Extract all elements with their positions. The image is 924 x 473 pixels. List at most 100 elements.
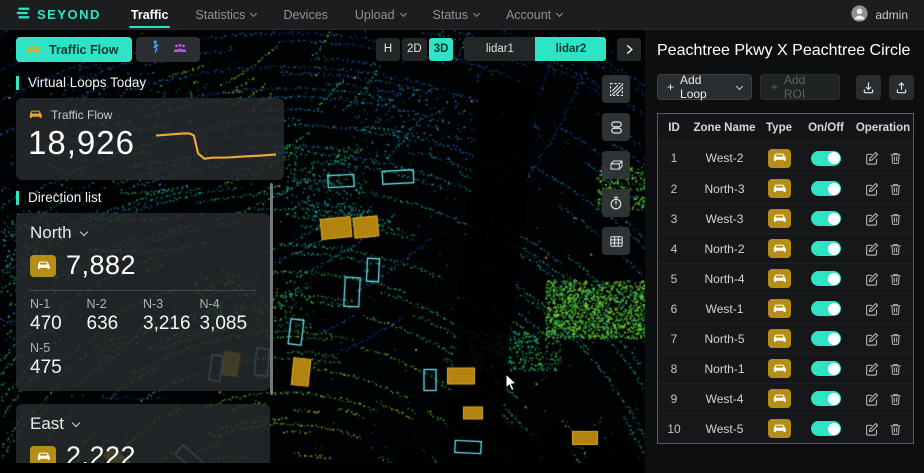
onoff-toggle[interactable] — [811, 211, 841, 226]
view-mode-3d-button[interactable]: 3D — [429, 38, 454, 61]
row-type-cell — [759, 419, 799, 438]
car-icon — [26, 43, 41, 57]
selection-area-icon[interactable] — [602, 75, 630, 103]
nav-item[interactable]: Upload — [355, 0, 406, 30]
user-chip[interactable]: admin — [851, 5, 908, 25]
onoff-toggle[interactable] — [811, 181, 841, 196]
onoff-toggle[interactable] — [811, 331, 841, 346]
delete-icon[interactable] — [889, 392, 902, 406]
row-operation-cell — [853, 332, 913, 346]
edit-icon[interactable] — [865, 332, 879, 346]
chevron-down-icon — [399, 9, 406, 16]
delete-icon[interactable] — [889, 422, 902, 436]
nav-item[interactable]: Traffic — [131, 0, 169, 30]
onoff-toggle[interactable] — [811, 301, 841, 316]
row-operation-cell — [853, 362, 913, 376]
collapse-panel-button[interactable] — [617, 38, 641, 61]
seyond-logo: SEYOND — [16, 7, 101, 22]
download-button[interactable] — [856, 75, 881, 100]
onoff-toggle[interactable] — [811, 361, 841, 376]
edit-icon[interactable] — [865, 212, 879, 226]
row-operation-cell — [853, 242, 913, 256]
plus-icon: + — [667, 80, 674, 94]
row-onoff-cell — [799, 271, 853, 286]
direction-list-scrollbar[interactable] — [270, 183, 273, 395]
chevron-down-icon — [736, 82, 743, 89]
traffic-flow-tab[interactable]: Traffic Flow — [16, 37, 132, 62]
flow-sparkline — [156, 124, 276, 166]
onoff-toggle[interactable] — [811, 151, 841, 166]
row-id: 4 — [658, 242, 690, 256]
car-type-icon — [768, 389, 791, 408]
row-operation-cell — [853, 212, 913, 226]
lidar2-button[interactable]: lidar2 — [535, 37, 606, 61]
view-controls: H 2D 3D lidar1 lidar2 — [376, 37, 641, 61]
lidar1-button[interactable]: lidar1 — [464, 37, 535, 61]
north-collapse-header[interactable]: North — [30, 223, 256, 243]
loop-label: N-3 — [143, 297, 200, 311]
virtual-loops-section-title: Virtual Loops Today — [16, 75, 146, 90]
delete-icon[interactable] — [889, 302, 902, 316]
col-zone-name: Zone Name — [690, 122, 759, 134]
row-operation-cell — [853, 182, 913, 196]
lidar-selector: lidar1 lidar2 — [464, 37, 606, 61]
pedestrian-icon[interactable] — [150, 40, 160, 59]
direction-loop-cell: N-1 470 — [30, 297, 87, 335]
view-mode-h-button[interactable]: H — [376, 38, 400, 61]
table-row: 9 West-4 — [658, 383, 913, 413]
onoff-toggle[interactable] — [811, 271, 841, 286]
onoff-toggle[interactable] — [811, 391, 841, 406]
grid-icon[interactable] — [602, 227, 630, 255]
row-id: 2 — [658, 182, 690, 196]
direction-loop-cell: N-4 3,085 — [200, 297, 257, 335]
crowd-icon[interactable] — [173, 41, 187, 59]
row-onoff-cell — [799, 241, 853, 256]
vehicle-box-icon[interactable] — [602, 151, 630, 179]
edit-icon[interactable] — [865, 242, 879, 256]
edit-icon[interactable] — [865, 182, 879, 196]
traffic-flow-card-header: Traffic Flow — [28, 108, 272, 122]
loop-value: 3,216 — [143, 313, 200, 335]
add-loop-button[interactable]: + Add Loop — [657, 74, 752, 100]
traffic-flow-card: Traffic Flow 18,926 — [16, 98, 284, 180]
add-roi-button[interactable]: + Add ROI — [760, 74, 841, 100]
loop-pair-icon[interactable] — [602, 113, 630, 141]
onoff-toggle[interactable] — [811, 421, 841, 436]
upload-button[interactable] — [889, 75, 914, 100]
nav-item[interactable]: Devices — [283, 0, 327, 30]
zones-panel: Peachtree Pkwy X Peachtree Circle + Add … — [645, 30, 924, 473]
delete-icon[interactable] — [889, 182, 902, 196]
table-row: 3 West-3 — [658, 203, 913, 233]
row-id: 8 — [658, 362, 690, 376]
delete-icon[interactable] — [889, 332, 902, 346]
plus-icon: + — [771, 80, 778, 94]
row-zone-name: West-3 — [690, 212, 759, 226]
edit-icon[interactable] — [865, 392, 879, 406]
edit-icon[interactable] — [865, 362, 879, 376]
nav-item[interactable]: Statistics — [195, 0, 256, 30]
nav-item-label: Statistics — [195, 8, 245, 22]
pedestrian-crowd-tabs[interactable] — [136, 37, 200, 62]
delete-icon[interactable] — [889, 362, 902, 376]
east-collapse-header[interactable]: East — [30, 414, 256, 434]
delete-icon[interactable] — [889, 212, 902, 226]
car-type-icon — [768, 299, 791, 318]
onoff-toggle[interactable] — [811, 241, 841, 256]
delete-icon[interactable] — [889, 151, 902, 165]
delete-icon[interactable] — [889, 272, 902, 286]
nav-item-label: Account — [506, 8, 551, 22]
nav-item[interactable]: Account — [506, 0, 562, 30]
nav-item[interactable]: Status — [433, 0, 479, 30]
timer-icon[interactable] — [602, 189, 630, 217]
edit-icon[interactable] — [865, 272, 879, 286]
edit-icon[interactable] — [865, 151, 879, 165]
car-type-icon — [768, 419, 791, 438]
car-type-icon — [768, 239, 791, 258]
view-mode-2d-button[interactable]: 2D — [402, 38, 427, 61]
lidar-viewport[interactable]: Traffic Flow — [0, 30, 645, 473]
delete-icon[interactable] — [889, 242, 902, 256]
seyond-logo-icon — [16, 7, 31, 22]
edit-icon[interactable] — [865, 302, 879, 316]
row-onoff-cell — [799, 361, 853, 376]
edit-icon[interactable] — [865, 422, 879, 436]
